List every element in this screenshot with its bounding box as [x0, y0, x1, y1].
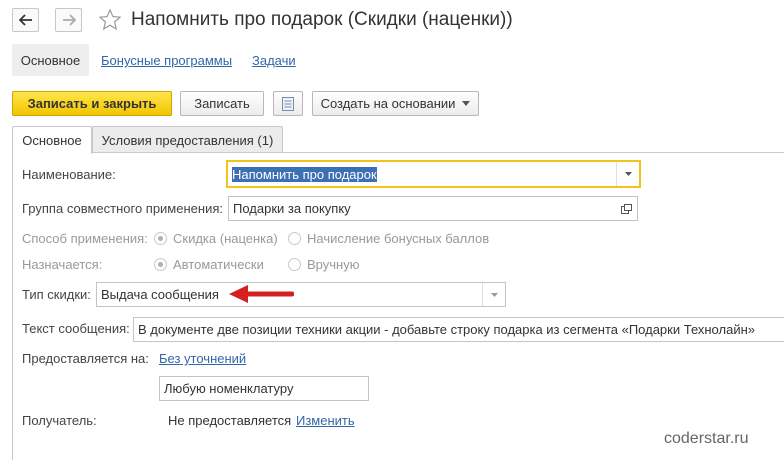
type-dropdown-button[interactable] — [482, 283, 505, 306]
tab-main[interactable]: Основное — [12, 126, 92, 154]
message-label: Текст сообщения: — [22, 321, 130, 336]
list-icon — [282, 96, 294, 111]
chevron-down-icon — [624, 172, 632, 176]
message-value: В документе две позиции техники акции - … — [138, 322, 755, 337]
recipient-value: Не предоставляется — [168, 413, 292, 428]
method-option-discount-label: Скидка (наценка) — [173, 231, 278, 246]
save-button[interactable]: Записать — [180, 91, 264, 116]
group-value: Подарки за покупку — [233, 201, 351, 216]
group-field[interactable]: Подарки за покупку — [228, 196, 638, 221]
name-field[interactable]: Напомнить про подарок — [226, 160, 641, 188]
chevron-down-icon — [490, 292, 498, 297]
assign-option-auto[interactable]: Автоматически — [154, 257, 264, 272]
name-dropdown-button[interactable] — [616, 162, 639, 186]
recipient-change-link[interactable]: Изменить — [296, 413, 355, 428]
open-window-icon — [620, 203, 632, 214]
method-option-bonus-label: Начисление бонусных баллов — [307, 231, 490, 246]
radio-unchecked-icon — [288, 258, 301, 271]
back-button[interactable] — [12, 8, 39, 32]
window-title: Напомнить про подарок (Скидки (наценки)) — [131, 9, 513, 30]
method-option-discount[interactable]: Скидка (наценка) — [154, 231, 278, 246]
nav-tab-tasks[interactable]: Задачи — [252, 53, 296, 68]
assign-label: Назначается: — [22, 257, 103, 272]
group-label: Группа совместного применения: — [22, 201, 223, 216]
type-field[interactable]: Выдача сообщения — [96, 282, 506, 307]
arrow-right-icon — [62, 14, 76, 26]
assign-option-manual-label: Вручную — [307, 257, 360, 272]
method-option-bonus[interactable]: Начисление бонусных баллов — [288, 231, 489, 246]
chevron-down-icon — [462, 101, 471, 106]
red-arrow-annotation-icon — [229, 285, 294, 303]
favorite-star-icon[interactable] — [98, 8, 122, 35]
list-report-button[interactable] — [273, 91, 303, 116]
arrow-left-icon — [18, 14, 32, 26]
create-based-label: Создать на основании — [320, 96, 456, 111]
tab-panel-divider — [12, 152, 784, 153]
tab-panel-border — [12, 152, 13, 460]
type-label: Тип скидки: — [22, 287, 91, 302]
message-field[interactable]: В документе две позиции техники акции - … — [133, 317, 784, 342]
provided-label: Предоставляется на: — [22, 351, 149, 366]
radio-checked-icon — [154, 258, 167, 271]
radio-unchecked-icon — [288, 232, 301, 245]
nomenclature-field[interactable]: Любую номенклатуру — [159, 376, 369, 401]
assign-option-manual[interactable]: Вручную — [288, 257, 359, 272]
create-based-button[interactable]: Создать на основании — [312, 91, 479, 116]
save-close-button[interactable]: Записать и закрыть — [12, 91, 172, 116]
nav-tab-bonus[interactable]: Бонусные программы — [101, 53, 232, 68]
name-value: Напомнить про подарок — [232, 166, 377, 182]
forward-button[interactable] — [55, 8, 82, 32]
group-open-button[interactable] — [615, 197, 637, 220]
provided-link[interactable]: Без уточнений — [159, 351, 246, 366]
radio-checked-icon — [154, 232, 167, 245]
watermark: coderstar.ru — [664, 430, 749, 447]
recipient-label: Получатель: — [22, 413, 97, 428]
nomenclature-value: Любую номенклатуру — [164, 381, 294, 396]
assign-option-auto-label: Автоматически — [173, 257, 264, 272]
method-label: Способ применения: — [22, 231, 148, 246]
name-label: Наименование: — [22, 167, 116, 182]
tab-conditions[interactable]: Условия предоставления (1) — [92, 126, 283, 153]
nav-tab-main[interactable]: Основное — [12, 44, 89, 76]
